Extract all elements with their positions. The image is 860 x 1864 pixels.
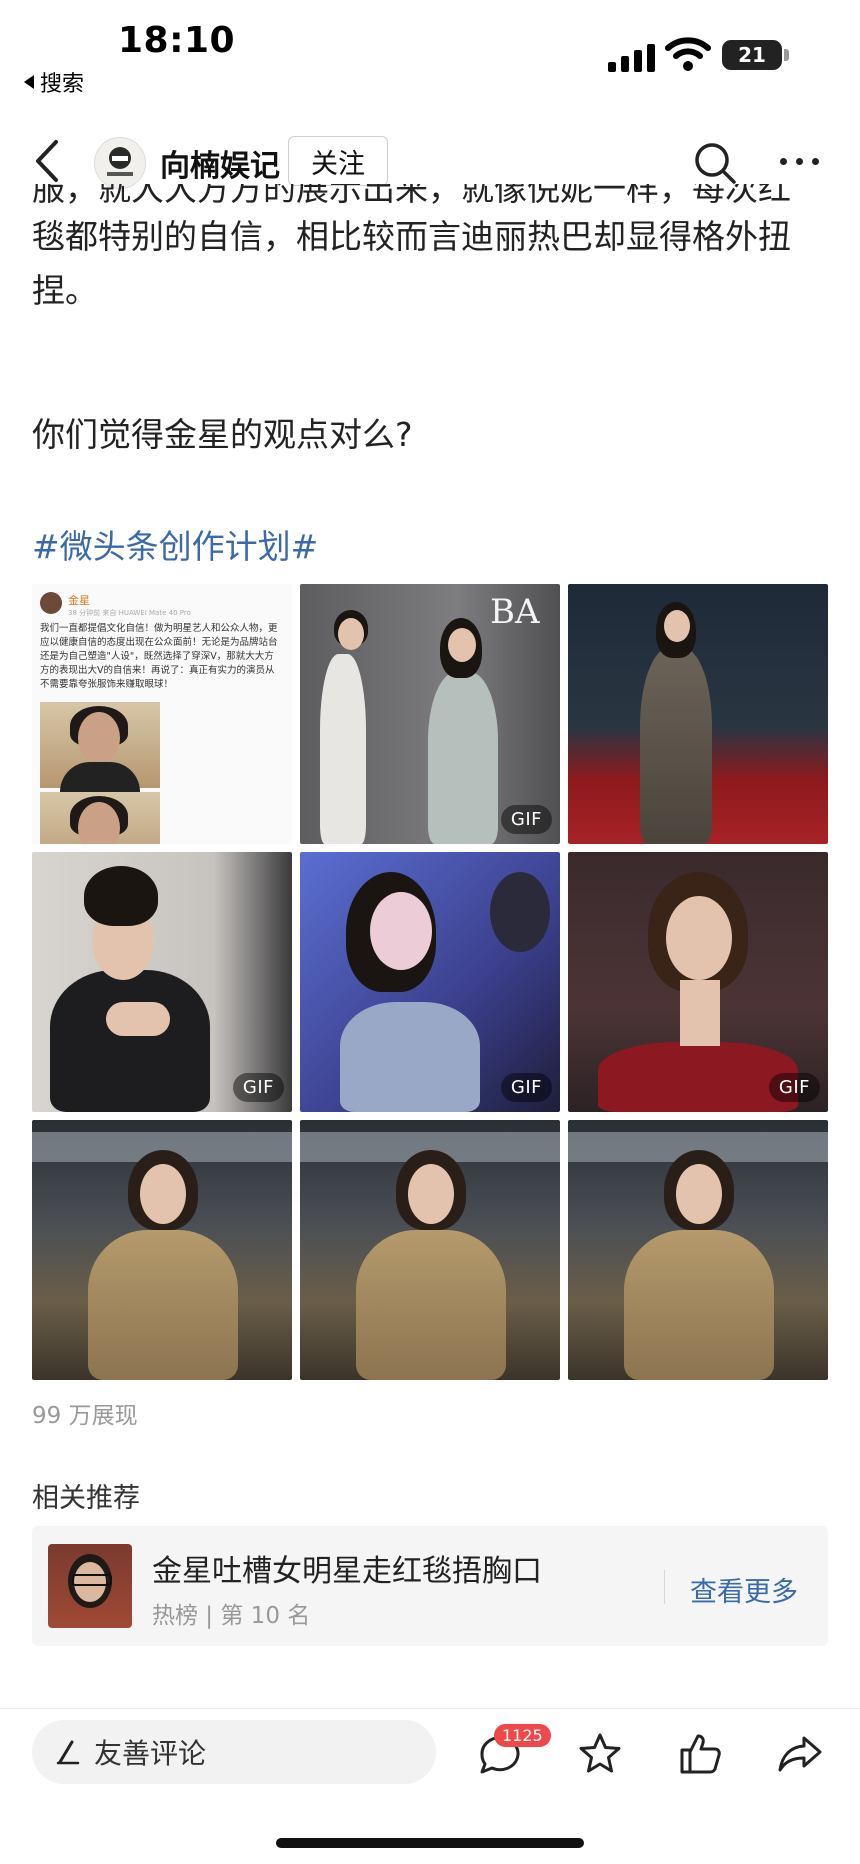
image-gold-dress[interactable] xyxy=(32,1120,292,1380)
article-paragraph: 毯都特别的自信，相比较而言迪丽热巴却显得格外扭捏。 xyxy=(32,217,791,310)
author-name[interactable]: 向楠娱记 xyxy=(160,141,280,185)
more-options-icon[interactable] xyxy=(780,158,819,165)
related-card[interactable]: 金星吐槽女明星走红毯捂胸口 热榜 | 第 10 名 查看更多 xyxy=(32,1526,828,1646)
related-thumbnail xyxy=(48,1544,132,1628)
image-weibo-screenshot[interactable]: 金星 38 分钟前 来自 HUAWEI Mate 40 Pro 我们一直都提倡文… xyxy=(32,584,292,844)
comment-placeholder: 友善评论 xyxy=(94,1737,207,1770)
gif-badge: GIF xyxy=(768,1073,820,1102)
related-rank: 热榜 | 第 10 名 xyxy=(152,1603,311,1629)
status-time: 18:10 xyxy=(118,20,236,61)
author-avatar[interactable] xyxy=(94,137,146,189)
like-icon[interactable] xyxy=(676,1730,724,1778)
weibo-photo xyxy=(40,792,160,844)
view-count: 99 万展现 xyxy=(32,1403,138,1429)
search-icon[interactable] xyxy=(692,140,738,186)
battery-icon: 21 xyxy=(722,40,782,70)
related-title: 金星吐槽女明星走红毯捂胸口 xyxy=(152,1554,542,1589)
wifi-icon xyxy=(665,37,711,71)
weibo-meta: 38 分钟前 来自 HUAWEI Mate 40 Pro xyxy=(68,609,191,617)
home-indicator[interactable] xyxy=(276,1838,584,1848)
back-to-search-link[interactable]: 搜索 xyxy=(24,66,84,98)
weibo-name: 金星 xyxy=(68,594,90,607)
hashtag-link[interactable]: #微头条创作计划# xyxy=(32,520,318,568)
back-app-label: 搜索 xyxy=(40,72,85,97)
gif-badge: GIF xyxy=(500,805,552,834)
image-hand-on-chest[interactable]: GIF xyxy=(32,852,292,1112)
back-triangle-icon xyxy=(24,75,34,89)
image-red-dress[interactable]: GIF xyxy=(568,852,828,1112)
image-red-carpet-walk[interactable] xyxy=(568,584,828,844)
weibo-text: 我们一直都提倡文化自信！做为明星艺人和公众人物，更应以健康自信的态度出现在公众面… xyxy=(40,623,278,690)
image-grid: 金星 38 分钟前 来自 HUAWEI Mate 40 Pro 我们一直都提倡文… xyxy=(32,584,828,1380)
image-smile-blue-light[interactable]: GIF xyxy=(300,852,560,1112)
weibo-photo xyxy=(40,702,160,792)
bottom-divider xyxy=(0,1708,860,1709)
article-question: 你们觉得金星的观点对么? xyxy=(32,415,413,454)
star-icon[interactable] xyxy=(576,1730,624,1778)
divider xyxy=(664,1570,665,1604)
see-more-link[interactable]: 查看更多 xyxy=(690,1570,798,1609)
comment-count-badge: 1125 xyxy=(494,1724,551,1747)
image-gold-dress[interactable] xyxy=(568,1120,828,1380)
image-red-carpet[interactable]: BA GIF xyxy=(300,584,560,844)
share-icon[interactable] xyxy=(776,1730,824,1778)
follow-button[interactable]: 关注 xyxy=(288,136,388,186)
pen-icon xyxy=(56,1740,80,1765)
image-gold-dress[interactable] xyxy=(300,1120,560,1380)
author-logo-icon xyxy=(107,147,133,176)
gif-badge: GIF xyxy=(232,1073,284,1102)
cellular-signal-icon xyxy=(608,42,655,72)
weibo-avatar xyxy=(40,592,62,614)
article-body: 毯都特别的自信，相比较而言迪丽热巴却显得格外扭捏。 xyxy=(32,210,832,318)
gif-badge: GIF xyxy=(500,1073,552,1102)
comment-input[interactable]: 友善评论 xyxy=(32,1720,436,1784)
battery-tip xyxy=(784,49,789,61)
back-arrow-icon[interactable] xyxy=(30,138,66,184)
related-section-title: 相关推荐 xyxy=(32,1483,140,1514)
